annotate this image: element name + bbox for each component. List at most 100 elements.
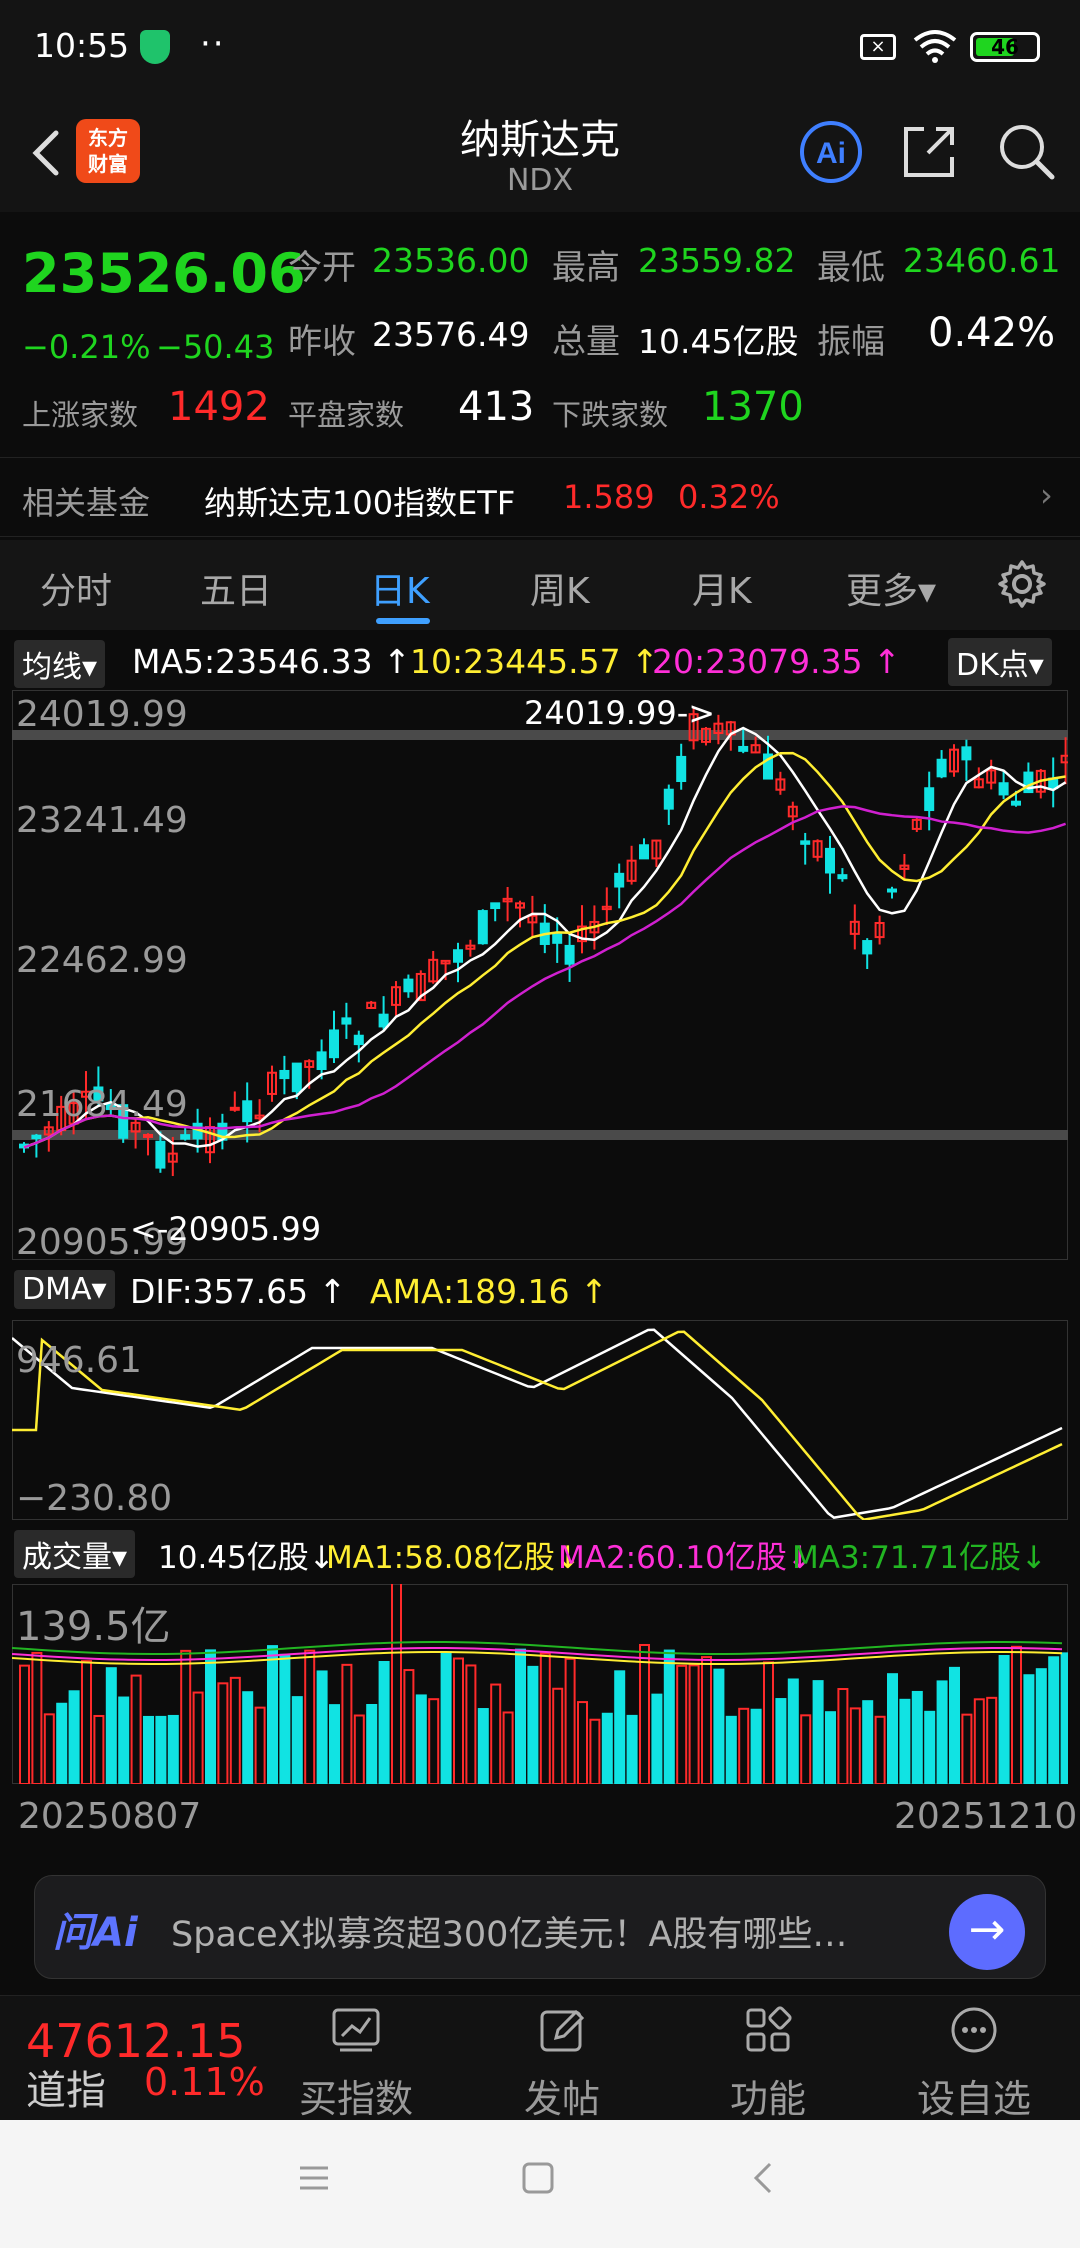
tab-weekly-k[interactable]: 周K: [530, 562, 590, 614]
search-icon[interactable]: [996, 121, 1056, 181]
absolute-change: −50.43: [156, 328, 275, 366]
high-value: 23559.82: [638, 241, 796, 280]
volume-bar: [1060, 1652, 1068, 1784]
up-count-label: 上涨家数: [22, 398, 139, 432]
back-icon[interactable]: [746, 2160, 782, 2196]
volume-ma1: MA1:58.08亿股↓: [326, 1540, 581, 1576]
tab-intraday[interactable]: 分时: [40, 562, 112, 614]
volume-bar: [763, 1661, 774, 1784]
tab-five-day[interactable]: 五日: [200, 562, 272, 614]
volume-bar: [887, 1673, 898, 1784]
flat-count-value: 413: [458, 384, 535, 430]
chevron-right-icon[interactable]: ›: [1040, 476, 1053, 514]
amplitude-value: 0.42%: [928, 310, 1056, 356]
ai-assistant-icon[interactable]: Ai: [798, 119, 864, 185]
tab-daily-k[interactable]: 日K: [370, 562, 430, 614]
ask-ai-bar[interactable]: 问Ai SpaceX拟募资超300亿美元！A股有哪些… →: [34, 1875, 1046, 1979]
candle-body: [329, 1029, 339, 1059]
volume-bar: [911, 1690, 923, 1784]
dow-label: 道指: [26, 2068, 106, 2114]
related-fund-name[interactable]: 纳斯达克100指数ETF: [204, 478, 515, 524]
dow-index-ticker[interactable]: 47612.15 道指 0.11%: [0, 1996, 270, 2121]
volume-bar: [552, 1687, 564, 1784]
volume-bar: [924, 1710, 936, 1784]
system-nav-bar: [0, 2120, 1080, 2248]
share-icon[interactable]: [898, 121, 960, 183]
end-date-label: 20251210: [894, 1796, 1078, 1837]
volume-tick-top: 139.5亿: [16, 1604, 171, 1650]
low-label: 最低: [817, 248, 885, 288]
volume-bar: [738, 1707, 750, 1784]
candle-body: [924, 787, 935, 812]
status-bar: 10:55 ·· × 46: [0, 0, 1080, 95]
post-label: 发帖: [523, 2077, 600, 2121]
gear-icon[interactable]: [996, 558, 1048, 610]
ma20-value: 20:23079.35 ↑: [652, 642, 901, 681]
kline-min-marker: <-20905.99: [130, 1210, 322, 1248]
up-count-value: 1492: [168, 384, 270, 430]
volume-bar: [453, 1657, 464, 1784]
volume-bar: [564, 1657, 576, 1784]
back-arrow-icon[interactable]: [22, 123, 70, 183]
wifi-icon: [913, 30, 957, 63]
tab-monthly-k[interactable]: 月K: [692, 562, 752, 614]
flat-count-label: 平盘家数: [288, 398, 405, 432]
candle-body: [961, 746, 972, 761]
sim-off-icon: ×: [860, 34, 896, 60]
volume-bar: [155, 1715, 167, 1784]
volume-bar: [254, 1706, 266, 1784]
svg-text:Ai: Ai: [816, 137, 846, 170]
ask-ai-prompt[interactable]: SpaceX拟募资超300亿美元！A股有哪些…: [171, 1906, 851, 1957]
volume-bar: [167, 1714, 179, 1784]
related-fund-row[interactable]: 相关基金 纳斯达克100指数ETF 1.589 0.32% ›: [0, 457, 1080, 537]
volume-bar: [750, 1708, 762, 1784]
volume-bar: [105, 1667, 117, 1784]
volume-bar: [205, 1649, 216, 1784]
volume-bar: [676, 1664, 688, 1784]
home-icon[interactable]: [520, 2160, 556, 2196]
candle-body: [1011, 800, 1021, 806]
candle-body: [800, 840, 811, 845]
battery-icon: 46: [970, 32, 1040, 62]
add-watchlist-button[interactable]: 设自选: [884, 1996, 1064, 2121]
dma-tick-bottom: −230.80: [16, 1478, 173, 1519]
dma-indicator-select[interactable]: DMA▾: [14, 1270, 115, 1309]
menu-icon[interactable]: [296, 2160, 332, 2196]
tab-more[interactable]: 更多▾: [846, 562, 936, 614]
volume-bar: [217, 1682, 229, 1784]
grid-icon: [746, 2006, 792, 2052]
candle-body: [639, 844, 649, 860]
arrow-right-icon[interactable]: →: [949, 1894, 1025, 1970]
page-subtitle: NDX: [506, 163, 574, 198]
dma-dif-value: DIF:357.65 ↑: [130, 1272, 347, 1311]
dk-point-button[interactable]: DK点▾: [948, 638, 1052, 686]
ma-indicator-select[interactable]: 均线▾: [14, 640, 106, 688]
last-price: 23526.06: [22, 242, 306, 305]
volume-bar: [701, 1656, 712, 1784]
volume-bar: [639, 1643, 650, 1784]
volume-indicator-select[interactable]: 成交量▾: [14, 1530, 136, 1578]
candle-body: [477, 910, 488, 945]
volume-bar: [31, 1651, 43, 1784]
volume-bar: [440, 1652, 452, 1784]
open-value: 23536.00: [372, 241, 530, 280]
volume-bar: [663, 1649, 675, 1784]
title-bar: 东方 财富 纳斯达克 NDX Ai: [0, 95, 1080, 212]
volume-bar: [477, 1708, 489, 1784]
prev-close-label: 昨收: [288, 322, 356, 362]
amplitude-label: 振幅: [817, 322, 885, 362]
volume-bar: [465, 1664, 477, 1784]
buy-index-button[interactable]: 买指数: [266, 1996, 446, 2121]
functions-button[interactable]: 功能: [678, 1996, 858, 2121]
volume-bar: [403, 1669, 415, 1784]
kline-tick-3: 22462.99: [16, 940, 188, 981]
active-tab-indicator: [376, 618, 430, 624]
volume-bar: [725, 1715, 737, 1784]
volume-label: 总量: [552, 322, 620, 362]
volume-bar: [353, 1714, 365, 1784]
volume-bar: [19, 1664, 30, 1784]
volume-bar: [688, 1664, 700, 1784]
volume-bar: [986, 1696, 998, 1784]
post-button[interactable]: 发帖: [472, 1996, 652, 2121]
volume-bar: [366, 1704, 378, 1784]
